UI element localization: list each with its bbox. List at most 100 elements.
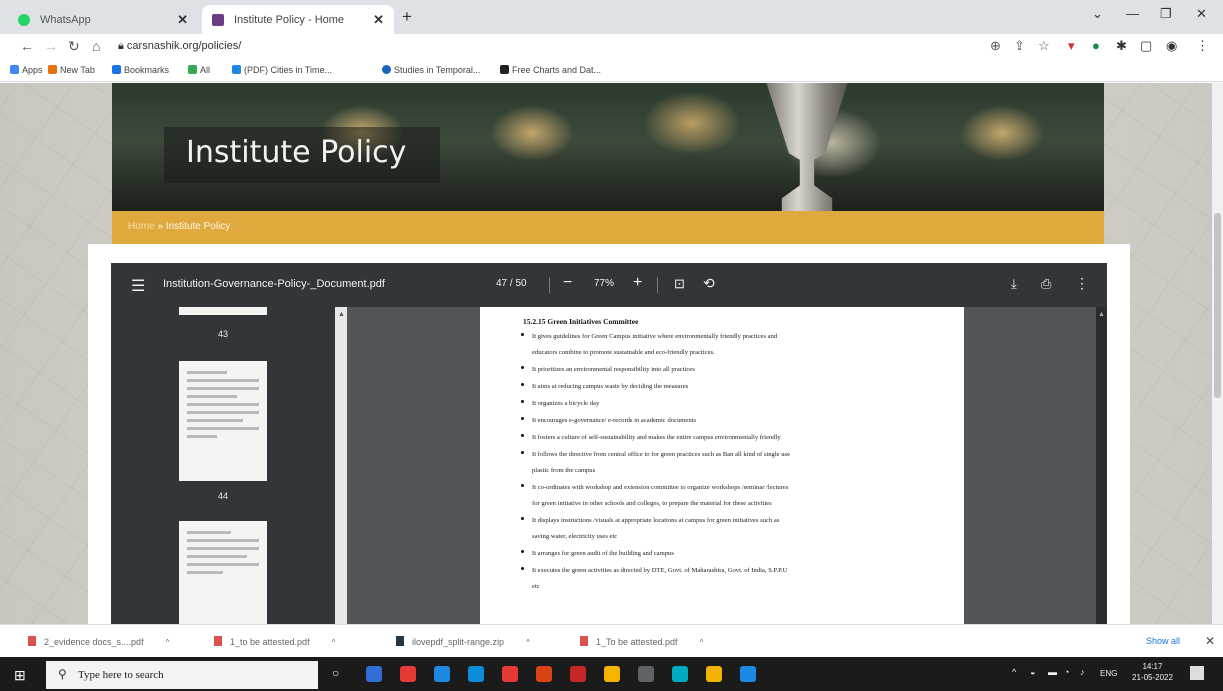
bookmark-label: All bbox=[200, 65, 211, 75]
more-options-icon[interactable]: ⋮ bbox=[1075, 275, 1089, 292]
edge-icon[interactable] bbox=[434, 666, 450, 682]
reload-button[interactable]: ↻ bbox=[68, 38, 80, 55]
bookmark-studies[interactable]: Studies in Temporal... bbox=[382, 65, 480, 75]
url-input[interactable]: 🔒︎ carsnashik.org/policies/ bbox=[118, 40, 241, 53]
maximize-button[interactable]: ❐ bbox=[1160, 6, 1172, 22]
clock-date: 21-05-2022 bbox=[1132, 673, 1173, 682]
zoom-in-button[interactable]: + bbox=[633, 274, 642, 292]
minimize-button[interactable]: — bbox=[1126, 6, 1139, 21]
page-scrollbar[interactable] bbox=[1212, 83, 1223, 624]
avatar[interactable]: ◉ bbox=[1166, 38, 1177, 54]
pdf-file-icon bbox=[214, 636, 222, 646]
notification-icon[interactable] bbox=[1190, 666, 1204, 680]
share-icon[interactable]: ⇪ bbox=[1014, 38, 1025, 54]
downloads-bar: 2_evidence docs_s....pdf ^ 1_to be attest… bbox=[0, 624, 1223, 657]
bookmark-free-charts[interactable]: Free Charts and Dat... bbox=[500, 65, 601, 75]
extensions-puzzle-icon[interactable]: ✱ bbox=[1116, 38, 1127, 54]
cortana-icon[interactable]: ○ bbox=[332, 666, 339, 680]
powerpoint-icon[interactable] bbox=[400, 666, 416, 682]
tab-institute-policy[interactable]: Institute Policy - Home ✕ bbox=[202, 5, 394, 34]
bullet-icon bbox=[521, 417, 524, 420]
close-tab-icon[interactable]: ✕ bbox=[177, 12, 188, 28]
bullet-item: It executes the green activities as dire… bbox=[521, 563, 931, 595]
divider bbox=[657, 277, 658, 293]
sidepanel-icon[interactable]: ▢ bbox=[1140, 38, 1152, 54]
close-window-button[interactable]: ✕ bbox=[1196, 6, 1207, 22]
chevron-up-icon[interactable]: ^ bbox=[166, 638, 170, 647]
media-icon[interactable] bbox=[468, 666, 484, 682]
bookmark-label: Apps bbox=[22, 65, 43, 75]
page-thumbnail[interactable] bbox=[179, 521, 267, 624]
bookmark-apps[interactable]: Apps bbox=[10, 65, 43, 75]
network-icon[interactable]: ◒ bbox=[1030, 667, 1035, 677]
bookmark-new-tab[interactable]: New Tab bbox=[48, 65, 95, 75]
bookmark-label: Free Charts and Dat... bbox=[512, 65, 602, 75]
page-scrollbar-thumb[interactable] bbox=[1214, 213, 1221, 398]
pdf-scrollbar[interactable]: ▲ bbox=[1096, 307, 1107, 624]
battery-icon[interactable]: ▬ bbox=[1048, 667, 1057, 677]
scroll-up-icon[interactable]: ▲ bbox=[338, 311, 345, 318]
file-explorer-icon[interactable] bbox=[706, 666, 722, 682]
zoom-icon[interactable]: ⊕ bbox=[990, 38, 1001, 54]
new-tab-button[interactable]: + bbox=[402, 7, 412, 27]
page-thumbnail[interactable] bbox=[179, 307, 267, 315]
chrome-icon[interactable] bbox=[604, 666, 620, 682]
home-icon[interactable]: ⌂ bbox=[92, 38, 100, 54]
apps-grid-icon bbox=[10, 65, 19, 74]
pdf-page: 15.2.15 Green Initiatives Committee It g… bbox=[480, 307, 964, 624]
extension-green-icon[interactable]: ● bbox=[1092, 38, 1100, 53]
extension-icon[interactable]: ▾ bbox=[1068, 38, 1075, 54]
download-item[interactable]: 1_to be attested.pdf ^ bbox=[214, 636, 335, 647]
show-all-downloads-link[interactable]: Show all bbox=[1146, 636, 1180, 646]
page-number-input[interactable]: 47 bbox=[496, 278, 507, 289]
zoom-out-button[interactable]: − bbox=[563, 274, 572, 292]
chevron-down-icon[interactable]: ⌄ bbox=[1092, 6, 1103, 22]
rotate-icon[interactable]: ⟲ bbox=[703, 275, 715, 292]
office-icon[interactable] bbox=[536, 666, 552, 682]
chevron-up-icon[interactable]: ^ bbox=[700, 638, 704, 647]
download-label: ilovepdf_split-range.zip bbox=[412, 637, 505, 647]
taskbar-search-input[interactable]: ⚲ Type here to search bbox=[46, 661, 318, 689]
acrobat-icon[interactable] bbox=[570, 666, 586, 682]
browser-icon[interactable] bbox=[672, 666, 688, 682]
bookmarks-bar: Apps New Tab Bookmarks All (PDF) Cities … bbox=[0, 60, 1223, 82]
scroll-up-icon[interactable]: ▲ bbox=[1098, 311, 1105, 318]
hamburger-menu-icon[interactable]: ☰ bbox=[131, 276, 145, 296]
zoom-level-input[interactable]: 77% bbox=[594, 278, 614, 289]
windows-start-icon[interactable]: ⊞ bbox=[14, 667, 26, 684]
download-item[interactable]: ilovepdf_split-range.zip ^ bbox=[396, 636, 530, 647]
download-item[interactable]: 2_evidence docs_s....pdf ^ bbox=[28, 636, 169, 647]
word-icon[interactable] bbox=[740, 666, 756, 682]
clock[interactable]: 14:17 21-05-2022 bbox=[1132, 661, 1173, 683]
wifi-icon[interactable]: ◔ bbox=[1064, 667, 1069, 677]
thumbnail-page-number: 44 bbox=[217, 491, 228, 501]
bookmark-bookmarks[interactable]: Bookmarks bbox=[112, 65, 169, 75]
page-thumbnail[interactable] bbox=[179, 361, 267, 481]
back-button[interactable]: ← bbox=[20, 38, 34, 54]
pdf-file-icon bbox=[580, 636, 588, 646]
menu-icon[interactable]: ⋮ bbox=[1196, 38, 1209, 54]
chevron-up-icon[interactable]: ^ bbox=[332, 638, 336, 647]
tray-chevron-icon[interactable]: ^ bbox=[1012, 667, 1016, 677]
bookmark-all[interactable]: All bbox=[188, 65, 210, 75]
download-item[interactable]: 1_To be attested.pdf ^ bbox=[580, 636, 703, 647]
bookmark-pdf-cities[interactable]: (PDF) Cities in Time... bbox=[232, 65, 332, 75]
tab-whatsapp[interactable]: WhatsApp ✕ bbox=[8, 5, 198, 34]
tab-strip: WhatsApp ✕ Institute Policy - Home ✕ + ⌄… bbox=[0, 0, 1223, 34]
bullet-text: It gives guidelines for Green Campus ini… bbox=[532, 333, 778, 340]
mail-icon[interactable] bbox=[502, 666, 518, 682]
bookmark-star-icon[interactable]: ☆ bbox=[1038, 38, 1050, 54]
close-downloads-icon[interactable]: ✕ bbox=[1205, 634, 1215, 648]
app-icon[interactable] bbox=[638, 666, 654, 682]
chevron-up-icon[interactable]: ^ bbox=[526, 638, 530, 647]
download-icon[interactable]: ⤓ bbox=[1011, 276, 1017, 292]
forward-button[interactable]: → bbox=[44, 38, 58, 54]
task-view-icon[interactable] bbox=[366, 666, 382, 682]
print-icon[interactable]: ⎙ bbox=[1041, 276, 1051, 292]
fit-page-icon[interactable]: ⊡ bbox=[674, 276, 685, 292]
breadcrumb-home-link[interactable]: Home bbox=[128, 221, 155, 232]
close-tab-icon[interactable]: ✕ bbox=[373, 12, 384, 28]
volume-icon[interactable]: ♪ bbox=[1080, 667, 1085, 677]
thumbnail-scrollbar[interactable]: ▲ bbox=[335, 307, 347, 624]
language-indicator[interactable]: ENG bbox=[1100, 669, 1117, 678]
